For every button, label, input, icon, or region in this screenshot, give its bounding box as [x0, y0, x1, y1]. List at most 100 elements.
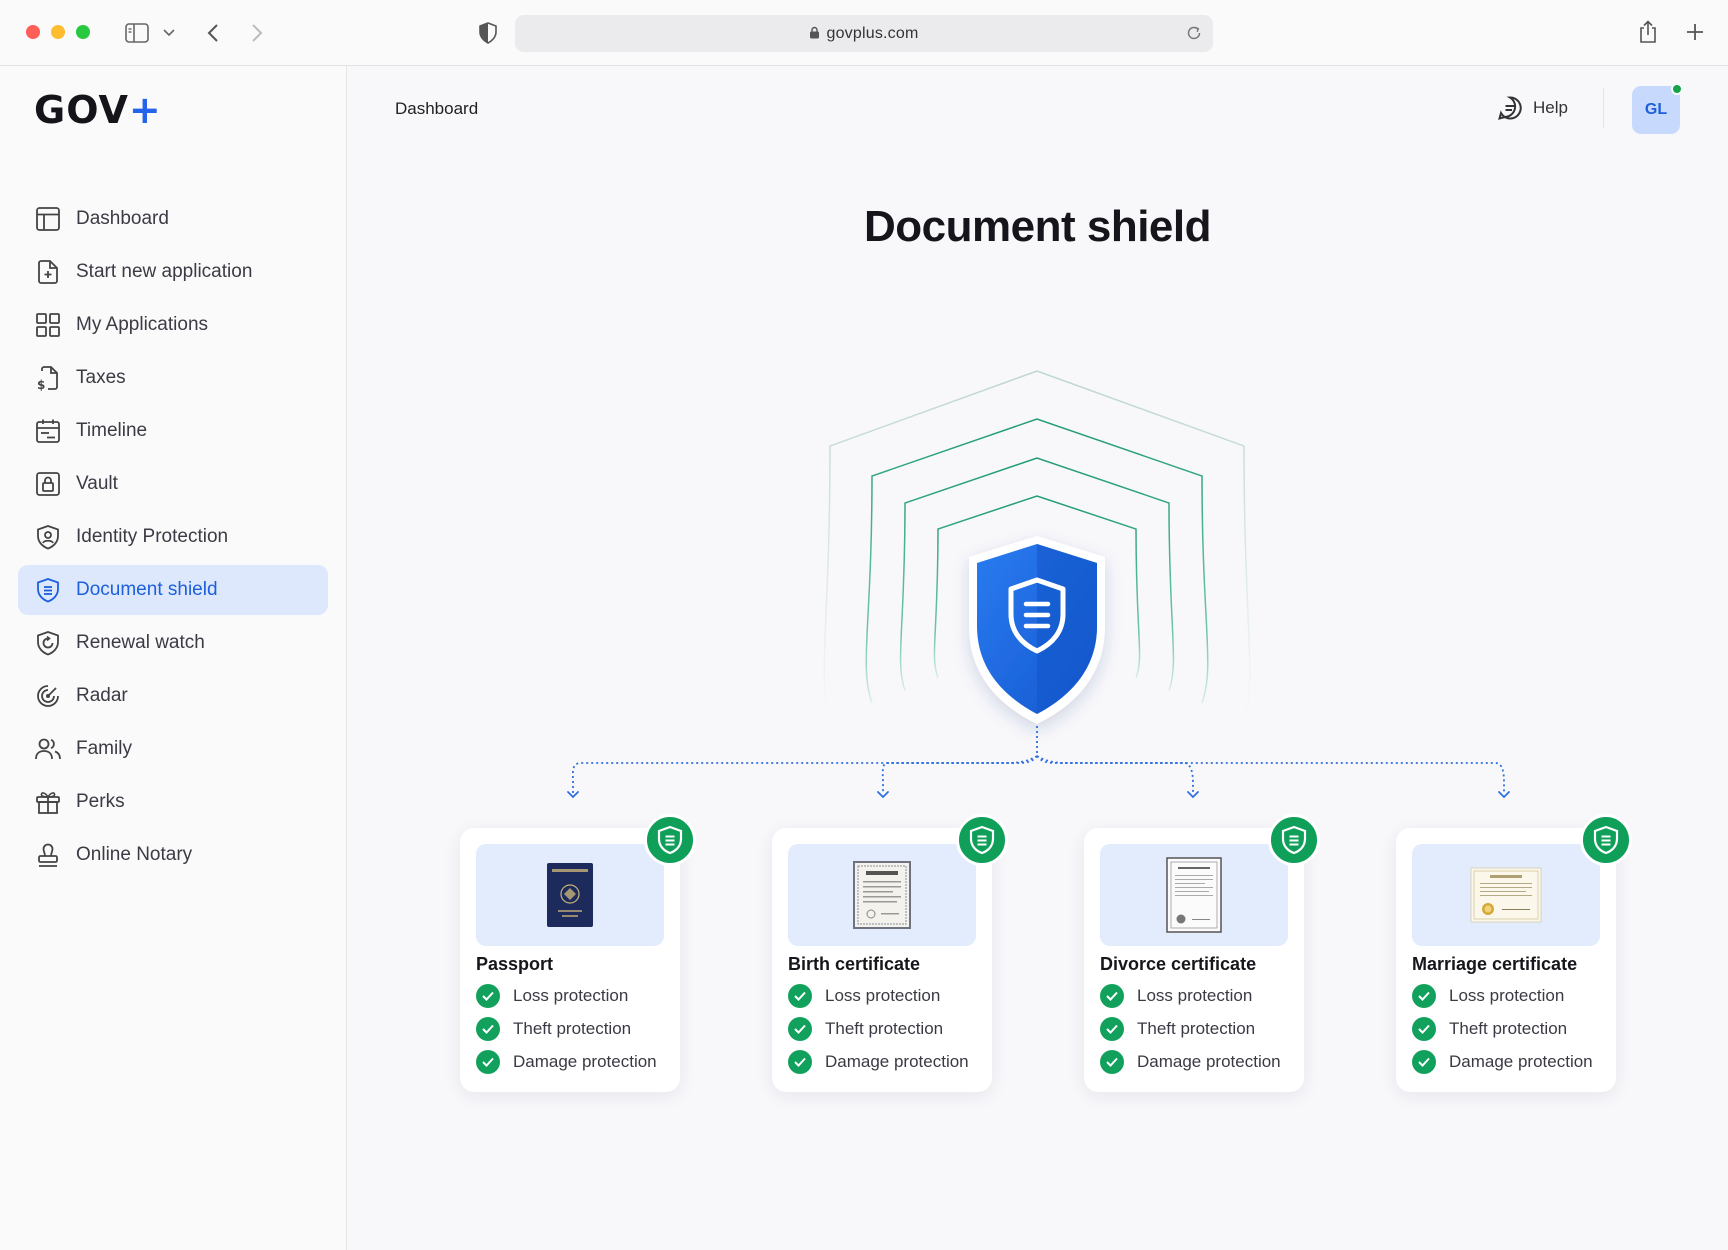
check-icon — [1412, 983, 1436, 1008]
govplus-logo[interactable]: GOV+ — [34, 88, 162, 132]
sidebar-item-label: Dashboard — [76, 208, 169, 229]
feature-label: Damage protection — [825, 1051, 969, 1071]
file-plus-icon — [34, 258, 62, 286]
sidebar-item-online-notary[interactable]: Online Notary — [18, 830, 328, 880]
connector-lines — [571, 726, 1505, 794]
feature-item: Loss protection — [1100, 979, 1288, 1012]
check-icon — [1100, 1049, 1124, 1074]
check-icon — [476, 1016, 500, 1041]
stamp-icon — [34, 841, 62, 869]
shield-badge-icon[interactable] — [1580, 814, 1632, 866]
feature-item: Theft protection — [476, 1012, 664, 1045]
close-window-button[interactable] — [26, 25, 40, 39]
feature-label: Loss protection — [825, 985, 941, 1005]
sidebar-item-label: Vault — [76, 473, 118, 494]
feature-label: Theft protection — [825, 1018, 944, 1038]
sidebar-item-label: Online Notary — [76, 844, 193, 865]
check-icon — [476, 983, 500, 1008]
check-icon — [788, 1016, 812, 1041]
feature-item: Loss protection — [788, 979, 976, 1012]
document-card-divorce-certificate[interactable]: Divorce certificate Loss protection Thef… — [1084, 814, 1320, 1092]
divorce-certificate-image — [1100, 844, 1288, 946]
lock-icon — [810, 26, 820, 39]
minimize-window-button[interactable] — [51, 25, 65, 39]
sidebar-item-label: Renewal watch — [76, 632, 205, 653]
feature-label: Loss protection — [1449, 985, 1565, 1005]
sidebar-item-label: Start new application — [76, 261, 253, 282]
reload-icon[interactable] — [1185, 24, 1203, 42]
sidebar-item-label: Identity Protection — [76, 526, 229, 547]
feature-item: Theft protection — [788, 1012, 976, 1045]
check-icon — [476, 1049, 500, 1074]
main-shield-icon — [969, 536, 1105, 724]
feature-label: Loss protection — [513, 985, 629, 1005]
sidebar-item-label: My Applications — [76, 314, 209, 335]
sidebar-item-label: Document shield — [76, 579, 218, 600]
document-card-passport[interactable]: Passport Loss protection Theft protectio… — [460, 814, 696, 1092]
document-name: Divorce certificate — [1100, 954, 1257, 974]
check-icon — [788, 1049, 812, 1074]
sidebar-item-taxes[interactable]: $ Taxes — [18, 353, 328, 403]
layout-icon — [34, 205, 62, 233]
sidebar-item-radar[interactable]: Radar — [18, 671, 328, 721]
connector-arrows — [567, 791, 1510, 799]
gift-icon — [34, 788, 62, 816]
shield-user-icon — [34, 523, 62, 551]
file-dollar-icon: $ — [34, 364, 62, 392]
birth-certificate-image — [788, 844, 976, 946]
shield-badge-icon[interactable] — [644, 814, 696, 866]
feature-label: Theft protection — [1449, 1018, 1568, 1038]
sidebar-toggle-icon[interactable] — [124, 20, 150, 46]
feature-item: Loss protection — [476, 979, 664, 1012]
feature-item: Theft protection — [1100, 1012, 1288, 1045]
marriage-certificate-image — [1412, 844, 1600, 946]
maximize-window-button[interactable] — [76, 25, 90, 39]
shield-badge-icon[interactable] — [956, 814, 1008, 866]
sidebar-item-family[interactable]: Family — [18, 724, 328, 774]
shield-refresh-icon — [34, 629, 62, 657]
document-card-birth-certificate[interactable]: Birth certificate Loss protection Theft … — [772, 814, 1008, 1092]
sidebar-item-label: Perks — [76, 791, 125, 812]
check-icon — [1100, 1016, 1124, 1041]
sidebar-item-start-new-application[interactable]: Start new application — [18, 247, 328, 297]
url-label: govplus.com — [826, 25, 919, 42]
lock-icon — [34, 470, 62, 498]
document-name: Marriage certificate — [1412, 954, 1578, 974]
share-icon[interactable] — [1636, 18, 1660, 46]
radar-icon — [34, 682, 62, 710]
privacy-shield-icon[interactable] — [475, 20, 501, 46]
shield-badge-icon[interactable] — [1268, 814, 1320, 866]
sidebar-item-vault[interactable]: Vault — [18, 459, 328, 509]
forward-arrow-icon[interactable] — [246, 20, 268, 46]
sidebar-item-identity-protection[interactable]: Identity Protection — [18, 512, 328, 562]
sidebar-item-label: Radar — [76, 685, 128, 706]
sidebar-item-timeline[interactable]: Timeline — [18, 406, 328, 456]
feature-label: Damage protection — [1449, 1051, 1593, 1071]
grid-icon — [34, 311, 62, 339]
document-name: Passport — [476, 954, 554, 974]
calendar-icon — [34, 417, 62, 445]
check-icon — [788, 983, 812, 1008]
back-arrow-icon[interactable] — [202, 20, 224, 46]
chevron-down-icon[interactable] — [160, 24, 178, 42]
sidebar-item-dashboard[interactable]: Dashboard — [18, 194, 328, 244]
new-tab-icon[interactable] — [1683, 20, 1707, 44]
feature-item: Damage protection — [1100, 1045, 1288, 1078]
sidebar-item-label: Family — [76, 738, 132, 759]
url-text: govplus.com — [515, 25, 1213, 43]
shield-diagram — [567, 370, 1510, 799]
svg-text:$: $ — [37, 378, 45, 391]
document-card-marriage-certificate[interactable]: Marriage certificate Loss protection The… — [1396, 814, 1632, 1092]
sidebar-item-document-shield[interactable]: Document shield — [18, 565, 328, 615]
feature-item: Loss protection — [1412, 979, 1600, 1012]
sidebar-item-perks[interactable]: Perks — [18, 777, 328, 827]
browser-toolbar: govplus.com — [0, 0, 1728, 66]
logo-text: GOV — [34, 88, 129, 132]
sidebar-item-renewal-watch[interactable]: Renewal watch — [18, 618, 328, 668]
sidebar-item-label: Taxes — [76, 367, 126, 388]
feature-item: Damage protection — [1412, 1045, 1600, 1078]
feature-item: Damage protection — [476, 1045, 664, 1078]
address-bar[interactable]: govplus.com — [515, 15, 1213, 52]
sidebar: GOV+ Dashboard Start new application My … — [0, 66, 347, 1250]
sidebar-item-my-applications[interactable]: My Applications — [18, 300, 328, 350]
